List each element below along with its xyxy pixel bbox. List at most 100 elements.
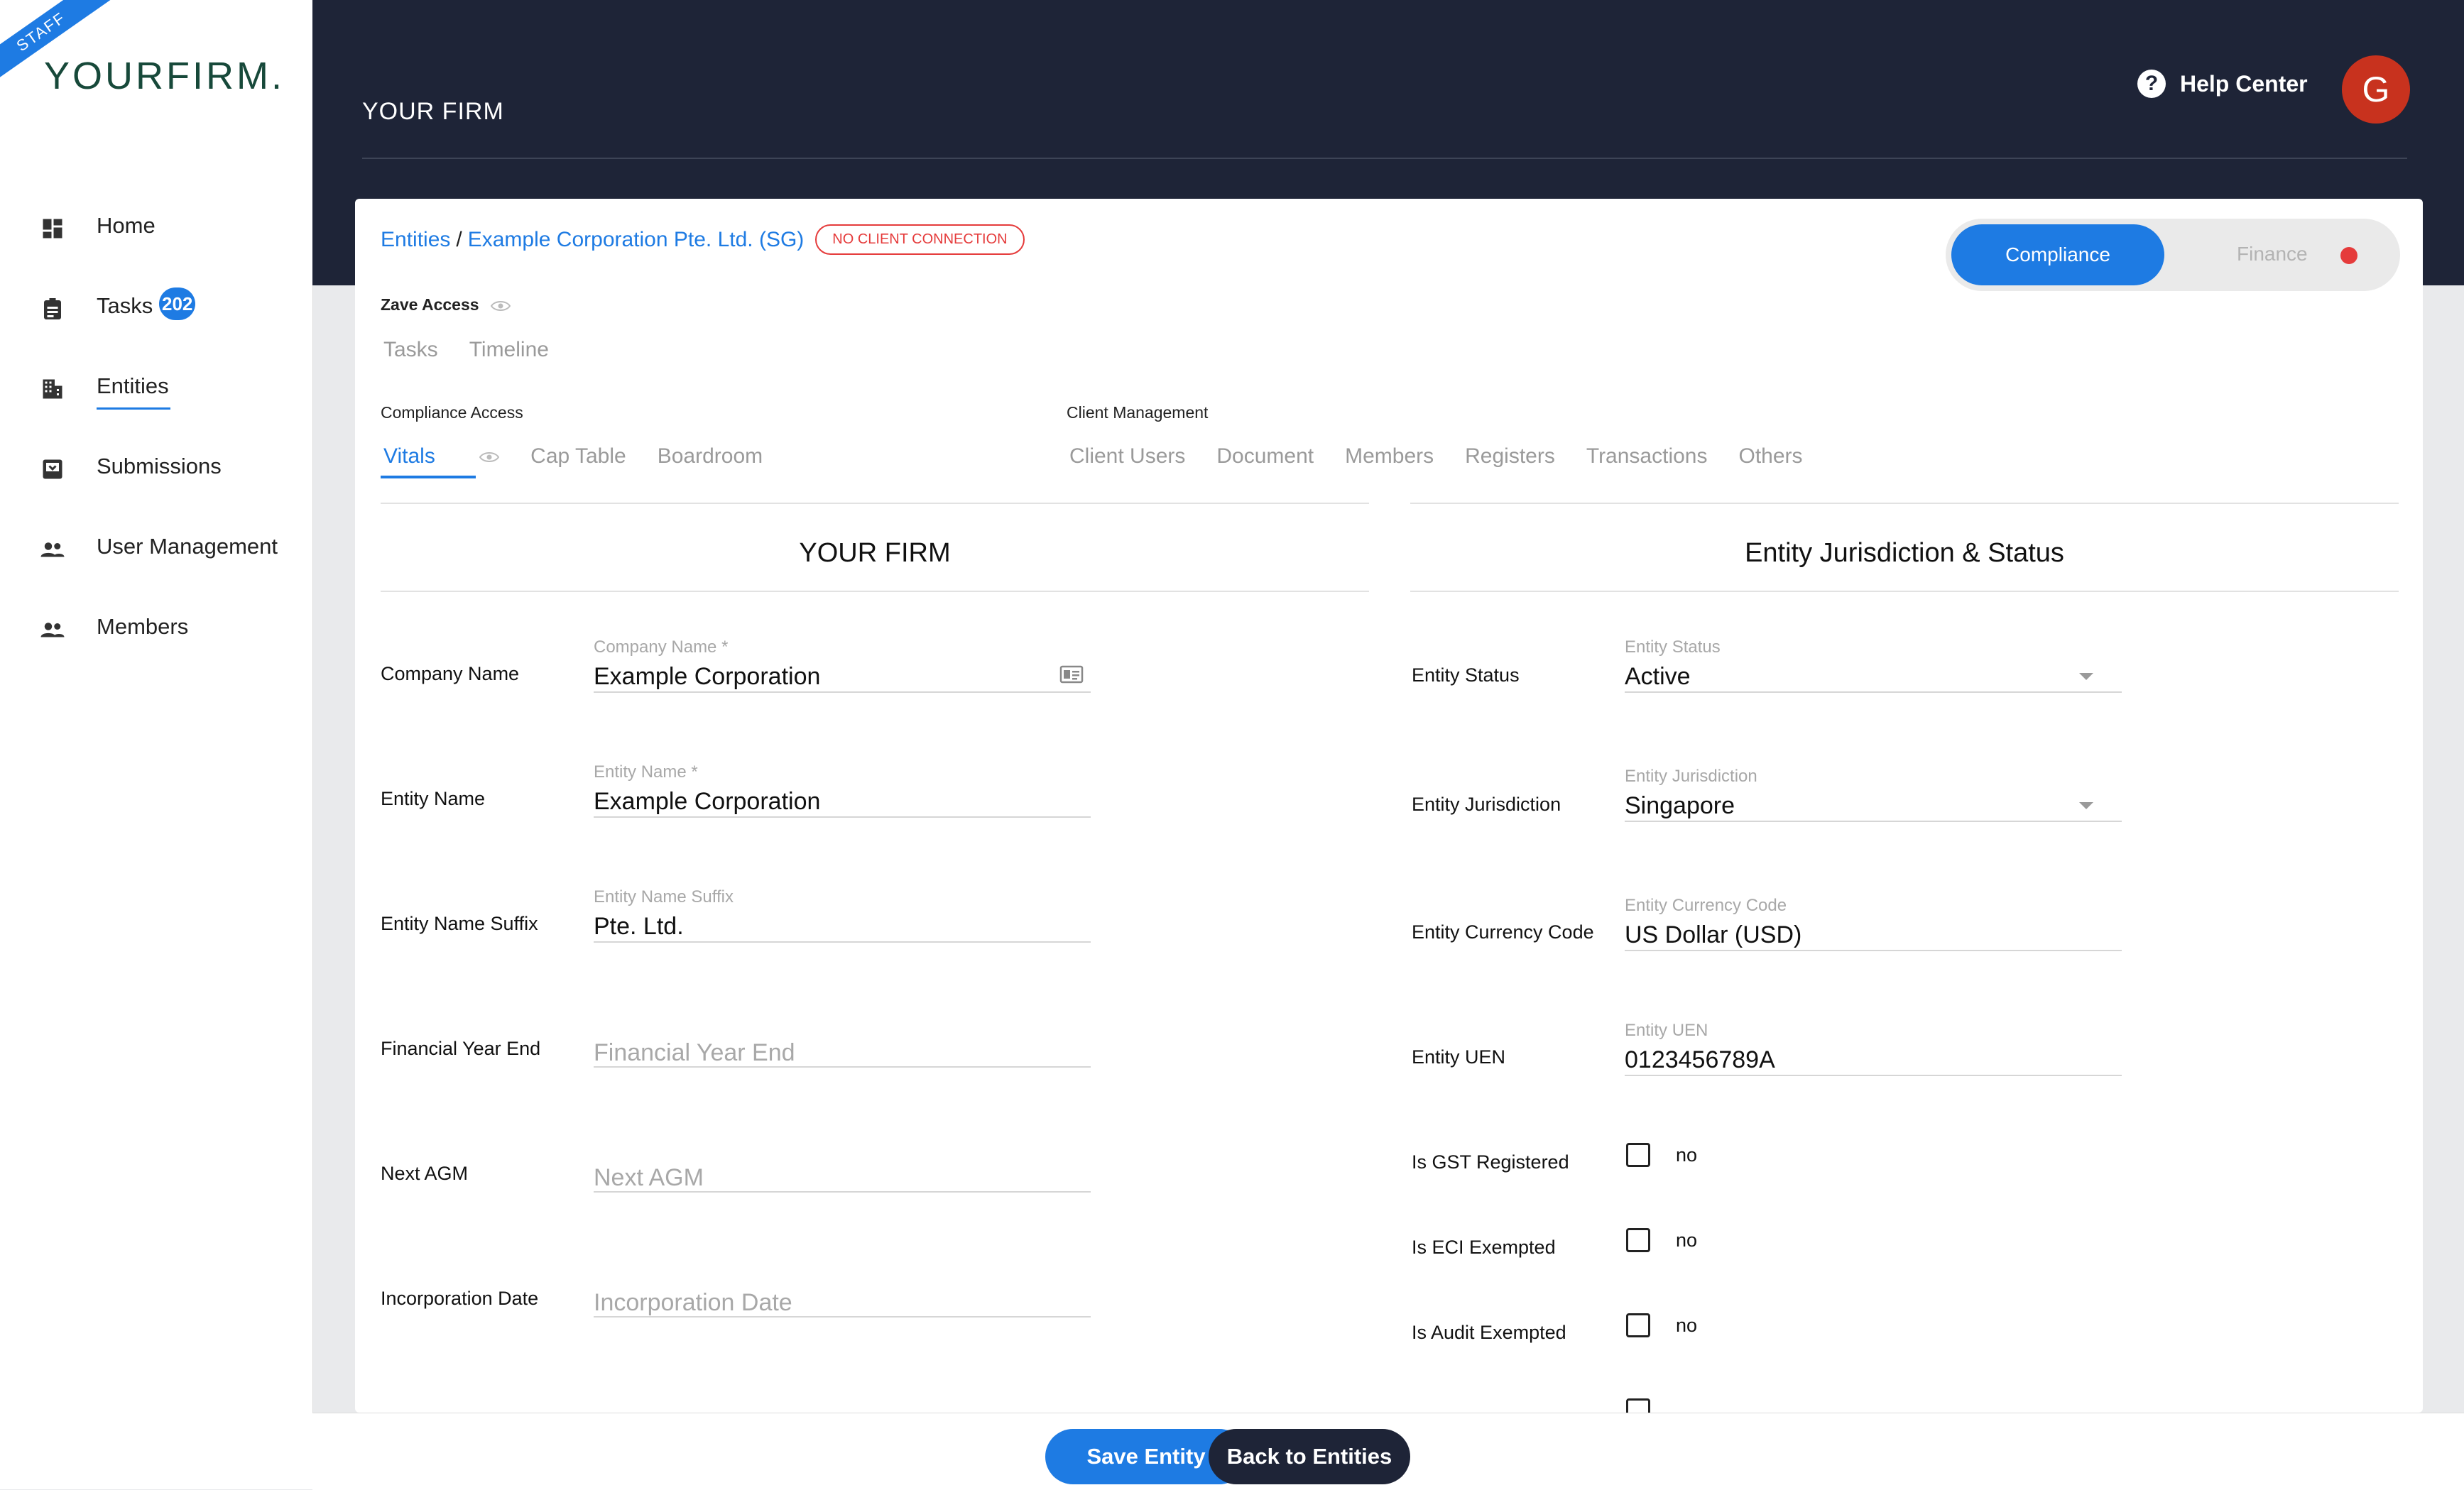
entity-jurisdiction-label: Entity Jurisdiction (1412, 794, 1561, 815)
status-badge: NO CLIENT CONNECTION (815, 224, 1025, 255)
entity-status-label: Entity Status (1412, 664, 1520, 686)
incorporation-date-label: Incorporation Date (381, 1288, 539, 1309)
gst-registered-checkbox[interactable] (1626, 1143, 1650, 1167)
tab-timeline[interactable]: Timeline (469, 338, 549, 362)
toggle-finance[interactable]: Finance (2237, 243, 2308, 265)
tab-cap-table[interactable]: Cap Table (530, 444, 626, 469)
clipped-checkbox[interactable] (1626, 1398, 1650, 1413)
dashboard-icon (43, 219, 62, 239)
divider (381, 591, 1369, 592)
tab-tasks[interactable]: Tasks (383, 338, 438, 362)
zave-access-label: Zave Access (381, 295, 511, 314)
entity-uen-label: Entity UEN (1412, 1046, 1506, 1068)
checkbox-value: no (1676, 1314, 1698, 1336)
active-nav-indicator (97, 407, 170, 410)
sidebar-item-entities[interactable]: Entities (0, 352, 312, 432)
eye-icon (490, 300, 511, 311)
tab-boardroom[interactable]: Boardroom (658, 444, 763, 469)
compliance-access-label: Compliance Access (381, 403, 523, 422)
people-icon (40, 542, 65, 557)
help-icon: ? (2137, 70, 2166, 98)
sidebar-item-home[interactable]: Home (0, 192, 312, 272)
entity-name-label: Entity Name (381, 788, 486, 809)
sidebar-item-label: Tasks (97, 293, 153, 318)
sidebar-item-user-management[interactable]: User Management (0, 513, 312, 593)
building-icon (43, 379, 62, 399)
entity-uen-field[interactable]: Entity UEN 0123456789A (1625, 1021, 2122, 1076)
sidebar-item-label: Members (97, 614, 189, 639)
active-tab-indicator (381, 476, 476, 478)
tab-document[interactable]: Document (1216, 444, 1314, 469)
action-bar: Save Entity Back to Entities (312, 1413, 2464, 1490)
entity-name-suffix-label: Entity Name Suffix (381, 913, 538, 934)
financial-year-end-field[interactable]: Financial Year End (594, 1012, 1091, 1068)
breadcrumb-current-entity[interactable]: Example Corporation Pte. Ltd. (SG) (468, 228, 805, 252)
eye-icon (479, 452, 500, 463)
help-center-label: Help Center (2180, 70, 2308, 97)
next-agm-label: Next AGM (381, 1163, 469, 1184)
next-agm-field[interactable]: Next AGM (594, 1137, 1091, 1193)
right-section-title: Entity Jurisdiction & Status (1745, 538, 2064, 568)
toggle-compliance[interactable]: Compliance (1951, 224, 2164, 285)
entity-name-suffix-field[interactable]: Entity Name Suffix Pte. Ltd. (594, 887, 1091, 943)
divider (381, 503, 1369, 504)
tab-registers[interactable]: Registers (1465, 444, 1555, 469)
entity-jurisdiction-select[interactable]: Entity Jurisdiction Singapore (1625, 767, 2122, 822)
field-placeholder: Next AGM (594, 1164, 704, 1191)
field-value: Active (1625, 663, 1691, 690)
zave-access-text: Zave Access (381, 295, 479, 314)
audit-exempted-checkbox-row: no (1626, 1313, 1697, 1337)
breadcrumb-separator: / (456, 227, 462, 251)
client-management-label: Client Management (1067, 403, 1209, 422)
field-value: Example Corporation (594, 663, 821, 690)
header-divider (362, 158, 2407, 159)
eci-exempted-checkbox[interactable] (1626, 1228, 1650, 1252)
company-name-field[interactable]: Company Name * Example Corporation (594, 637, 1091, 693)
field-placeholder: Incorporation Date (594, 1289, 792, 1316)
checkbox-value: no (1676, 1144, 1698, 1166)
clipped-checkbox-row (1626, 1398, 1650, 1413)
breadcrumb-entities-link[interactable]: Entities (381, 228, 450, 252)
field-floating-label: Entity Name * (594, 762, 698, 782)
avatar[interactable]: G (2342, 55, 2410, 124)
field-value: 0123456789A (1625, 1046, 1775, 1073)
sidebar-item-label: Home (97, 213, 156, 238)
field-value: Example Corporation (594, 788, 821, 815)
sidebar-item-label: Entities (97, 373, 169, 398)
field-floating-label: Entity UEN (1625, 1021, 1708, 1040)
zave-access-tabs: Tasks Timeline (383, 338, 580, 362)
people-icon (40, 623, 65, 637)
left-section-title: YOUR FIRM (799, 538, 951, 568)
audit-exempted-label: Is Audit Exempted (1412, 1322, 1566, 1343)
audit-exempted-checkbox[interactable] (1626, 1313, 1650, 1337)
field-value: Singapore (1625, 792, 1735, 819)
compliance-finance-toggle: Compliance Finance (1946, 219, 2400, 291)
tab-others[interactable]: Others (1738, 444, 1802, 469)
entity-name-field[interactable]: Entity Name * Example Corporation (594, 762, 1091, 818)
tab-members[interactable]: Members (1345, 444, 1434, 469)
inbox-icon (43, 459, 62, 479)
id-card-icon[interactable] (1059, 664, 1084, 684)
company-name-label: Company Name (381, 663, 520, 684)
divider (1410, 503, 2399, 504)
firm-logo[interactable]: YOURFIRM. (44, 54, 285, 98)
tab-vitals[interactable]: Vitals (383, 444, 500, 469)
sidebar-item-members[interactable]: Members (0, 593, 312, 673)
tab-vitals-label: Vitals (383, 444, 435, 468)
tab-transactions[interactable]: Transactions (1586, 444, 1708, 469)
finance-alert-dot (2340, 247, 2357, 264)
help-center-link[interactable]: ? Help Center (2137, 70, 2308, 98)
divider (1410, 591, 2399, 592)
entity-currency-code-field[interactable]: Entity Currency Code US Dollar (USD) (1625, 896, 2122, 951)
sidebar-item-tasks[interactable]: Tasks 202 (0, 272, 312, 352)
field-floating-label: Entity Jurisdiction (1625, 767, 1757, 786)
incorporation-date-field[interactable]: Incorporation Date (594, 1262, 1091, 1318)
tasks-count-badge: 202 (159, 287, 196, 320)
sidebar-item-label: User Management (97, 534, 278, 559)
breadcrumb: Entities / Example Corporation Pte. Ltd.… (381, 224, 1025, 255)
back-to-entities-button[interactable]: Back to Entities (1209, 1429, 1410, 1484)
entity-status-select[interactable]: Entity Status Active (1625, 637, 2122, 693)
sidebar-item-label: Submissions (97, 454, 222, 478)
tab-client-users[interactable]: Client Users (1069, 444, 1185, 469)
sidebar-item-submissions[interactable]: Submissions (0, 432, 312, 513)
